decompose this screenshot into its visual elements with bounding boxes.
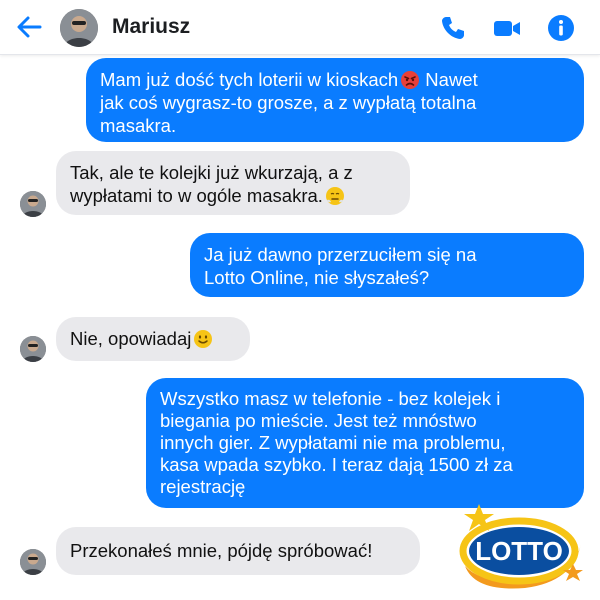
message-text: Mam już dość tych loterii w kioskach	[100, 69, 399, 90]
contact-avatar-small[interactable]	[20, 549, 46, 575]
message-bubble-outgoing[interactable]: Mam już dość tych loterii w kioskach Naw…	[86, 58, 584, 142]
phone-icon[interactable]	[438, 13, 468, 43]
message-bubble-incoming[interactable]: Tak, ale te kolejki już wkurzają, a z wy…	[56, 151, 410, 215]
arrow-left-icon[interactable]	[14, 12, 44, 42]
message-bubble-outgoing[interactable]: Wszystko masz w telefonie - bez kolejek …	[146, 378, 584, 508]
video-camera-icon[interactable]	[492, 13, 522, 43]
message-text: Nie, opowiadaj	[70, 328, 192, 349]
contact-name[interactable]: Mariusz	[112, 15, 190, 39]
chat-header: Mariusz	[0, 0, 600, 55]
info-icon[interactable]	[546, 13, 576, 43]
message-text: Przekonałeś mnie, pójdę spróbować!	[70, 540, 373, 561]
message-text: Tak, ale te kolejki już wkurzają, a z wy…	[70, 162, 353, 206]
contact-avatar-small[interactable]	[20, 191, 46, 217]
message-text: Wszystko masz w telefonie - bez kolejek …	[160, 388, 513, 497]
lotto-logo: LOTTO	[459, 504, 583, 589]
message-bubble-incoming[interactable]: Przekonałeś mnie, pójdę spróbować!	[56, 527, 420, 575]
contact-avatar-small[interactable]	[20, 336, 46, 362]
angry-face-emoji-icon	[401, 71, 420, 89]
face-with-steam-emoji-icon	[325, 187, 344, 205]
message-bubble-incoming[interactable]: Nie, opowiadaj	[56, 317, 250, 361]
message-bubble-outgoing[interactable]: Ja już dawno przerzuciłem się na Lotto O…	[190, 233, 584, 297]
lotto-logo-text: LOTTO	[475, 536, 563, 566]
contact-avatar[interactable]	[60, 9, 98, 47]
slightly-smiling-face-emoji-icon	[194, 330, 213, 348]
message-text: Ja już dawno przerzuciłem się na Lotto O…	[204, 244, 477, 288]
